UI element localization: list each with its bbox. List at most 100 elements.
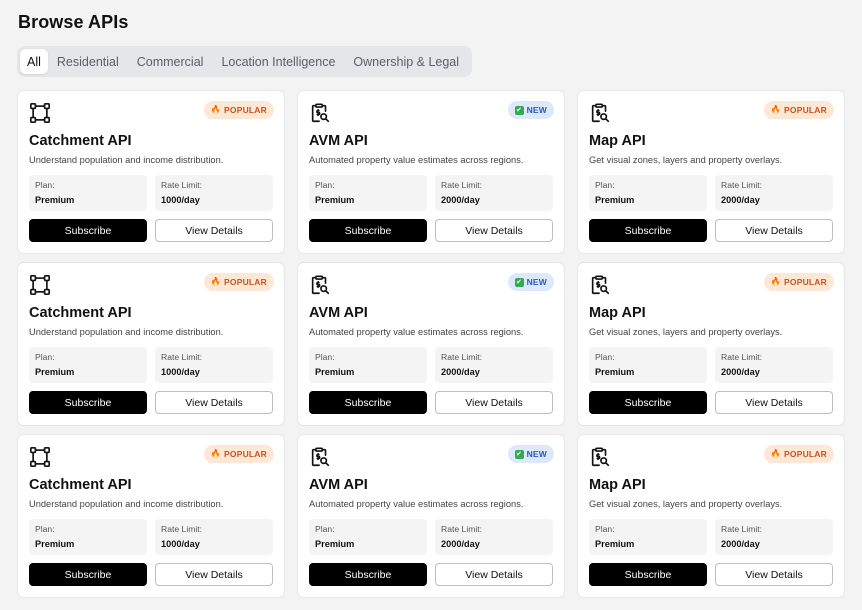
plan-value: Premium: [35, 539, 75, 549]
rate-limit-value: 2000/day: [721, 539, 760, 549]
rate-limit-value: 1000/day: [161, 539, 200, 549]
plan-box: Plan: Premium: [29, 347, 147, 383]
card-title: Catchment API: [29, 305, 132, 321]
view-details-button[interactable]: View Details: [715, 563, 833, 586]
subscribe-button[interactable]: Subscribe: [29, 563, 147, 586]
card-description: Get visual zones, layers and property ov…: [589, 499, 783, 509]
api-card: ✔ NEW AVM API Automated property value e…: [297, 262, 565, 426]
tab-location-intelligence[interactable]: Location Intelligence: [212, 49, 344, 74]
check-icon: ✔: [514, 449, 524, 459]
check-icon: ✔: [514, 105, 524, 115]
view-details-button[interactable]: View Details: [435, 391, 553, 414]
tab-ownership-legal[interactable]: Ownership & Legal: [344, 49, 468, 74]
view-details-button[interactable]: View Details: [435, 219, 553, 242]
category-tabs: All Residential Commercial Location Inte…: [17, 46, 472, 77]
rate-limit-box: Rate Limit: 1000/day: [155, 519, 273, 555]
page-title: Browse APIs: [18, 12, 129, 32]
fire-icon: 🔥: [770, 105, 782, 114]
plan-value: Premium: [315, 539, 355, 549]
badge-label: NEW: [526, 277, 547, 287]
fire-icon: 🔥: [770, 277, 782, 286]
status-badge: 🔥 POPULAR: [763, 101, 834, 119]
plan-box: Plan: Premium: [29, 519, 147, 555]
plan-box: Plan: Premium: [589, 347, 707, 383]
view-details-button[interactable]: View Details: [155, 563, 273, 586]
rate-limit-value: 2000/day: [721, 367, 760, 377]
rate-limit-label: Rate Limit:: [161, 180, 203, 190]
badge-label: POPULAR: [224, 449, 267, 459]
subscribe-button[interactable]: Subscribe: [589, 391, 707, 414]
subscribe-button[interactable]: Subscribe: [589, 563, 707, 586]
rate-limit-value: 2000/day: [441, 195, 480, 205]
plan-box: Plan: Premium: [29, 175, 147, 211]
tab-residential[interactable]: Residential: [48, 49, 128, 74]
subscribe-button[interactable]: Subscribe: [29, 219, 147, 242]
badge-label: POPULAR: [224, 277, 267, 287]
plan-label: Plan:: [35, 524, 55, 534]
tab-all[interactable]: All: [20, 49, 48, 74]
subscribe-button[interactable]: Subscribe: [309, 563, 427, 586]
status-badge: 🔥 POPULAR: [763, 445, 834, 463]
rate-limit-box: Rate Limit: 1000/day: [155, 347, 273, 383]
status-badge: ✔ NEW: [507, 445, 554, 463]
rate-limit-value: 2000/day: [721, 195, 760, 205]
card-title: Catchment API: [29, 477, 132, 493]
view-details-button[interactable]: View Details: [435, 563, 553, 586]
rate-limit-value: 1000/day: [161, 367, 200, 377]
card-description: Automated property value estimates acros…: [309, 499, 524, 509]
subscribe-button[interactable]: Subscribe: [589, 219, 707, 242]
rate-limit-label: Rate Limit:: [161, 352, 203, 362]
status-badge: 🔥 POPULAR: [203, 101, 274, 119]
api-card: ✔ NEW AVM API Automated property value e…: [297, 434, 565, 598]
api-card: 🔥 POPULAR Map API Get visual zones, laye…: [577, 262, 845, 426]
view-details-button[interactable]: View Details: [155, 219, 273, 242]
rate-limit-label: Rate Limit:: [441, 352, 483, 362]
rate-limit-value: 1000/day: [161, 195, 200, 205]
badge-label: POPULAR: [224, 105, 267, 115]
api-card: 🔥 POPULAR Catchment API Understand popul…: [17, 262, 285, 426]
status-badge: ✔ NEW: [507, 273, 554, 291]
rate-limit-box: Rate Limit: 2000/day: [435, 519, 553, 555]
card-title: AVM API: [309, 477, 368, 493]
card-description: Get visual zones, layers and property ov…: [589, 155, 783, 165]
plan-box: Plan: Premium: [589, 175, 707, 211]
check-icon: ✔: [514, 277, 524, 287]
badge-label: POPULAR: [784, 277, 827, 287]
rate-limit-label: Rate Limit:: [721, 524, 763, 534]
badge-label: NEW: [526, 105, 547, 115]
rate-limit-label: Rate Limit:: [161, 524, 203, 534]
view-details-button[interactable]: View Details: [715, 391, 833, 414]
plan-label: Plan:: [315, 180, 335, 190]
badge-label: NEW: [526, 449, 547, 459]
view-details-button[interactable]: View Details: [155, 391, 273, 414]
rate-limit-label: Rate Limit:: [441, 180, 483, 190]
badge-label: POPULAR: [784, 105, 827, 115]
api-card: ✔ NEW AVM API Automated property value e…: [297, 90, 565, 254]
view-details-button[interactable]: View Details: [715, 219, 833, 242]
subscribe-button[interactable]: Subscribe: [309, 219, 427, 242]
plan-value: Premium: [595, 367, 635, 377]
status-badge: 🔥 POPULAR: [203, 273, 274, 291]
card-title: AVM API: [309, 305, 368, 321]
rate-limit-box: Rate Limit: 2000/day: [435, 175, 553, 211]
plan-value: Premium: [595, 539, 635, 549]
plan-value: Premium: [315, 367, 355, 377]
plan-label: Plan:: [595, 180, 615, 190]
fire-icon: 🔥: [210, 105, 222, 114]
card-title: Map API: [589, 133, 646, 149]
plan-box: Plan: Premium: [309, 519, 427, 555]
subscribe-button[interactable]: Subscribe: [309, 391, 427, 414]
rate-limit-value: 2000/day: [441, 367, 480, 377]
tab-commercial[interactable]: Commercial: [128, 49, 213, 74]
badge-label: POPULAR: [784, 449, 827, 459]
subscribe-button[interactable]: Subscribe: [29, 391, 147, 414]
plan-box: Plan: Premium: [309, 347, 427, 383]
rate-limit-box: Rate Limit: 1000/day: [155, 175, 273, 211]
plan-label: Plan:: [595, 524, 615, 534]
rate-limit-box: Rate Limit: 2000/day: [715, 175, 833, 211]
plan-label: Plan:: [315, 352, 335, 362]
plan-label: Plan:: [35, 180, 55, 190]
card-description: Get visual zones, layers and property ov…: [589, 327, 783, 337]
plan-value: Premium: [315, 195, 355, 205]
plan-value: Premium: [35, 195, 75, 205]
